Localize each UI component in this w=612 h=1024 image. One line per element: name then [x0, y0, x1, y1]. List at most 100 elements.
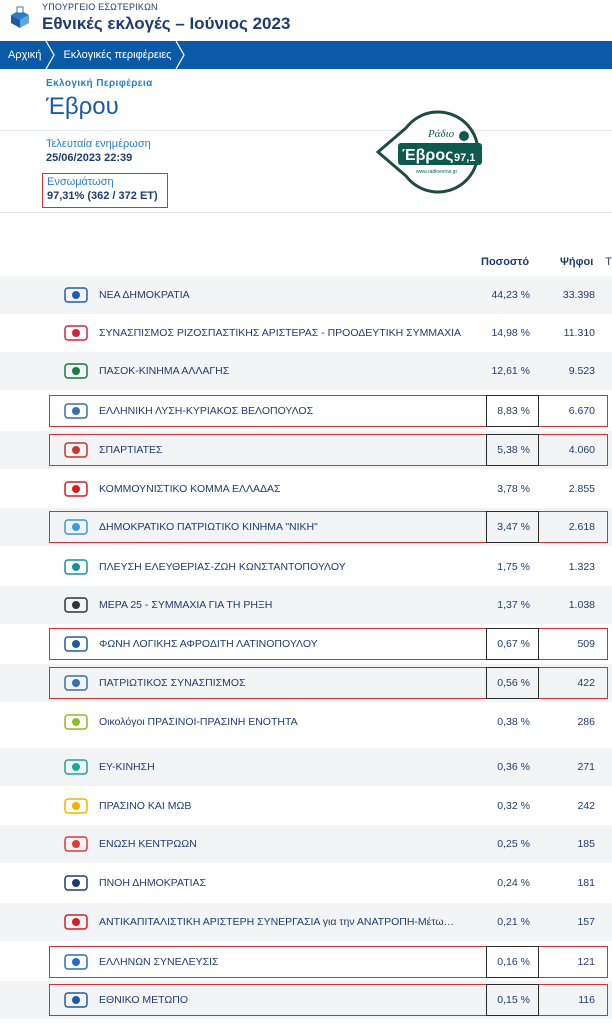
plefsi-logo	[62, 557, 90, 577]
party-percent: 0,32 %	[497, 800, 530, 812]
party-votes: 1.323	[568, 561, 595, 573]
party-name: ΣΠΑΡΤΙΑΤΕΣ	[99, 444, 163, 456]
nd-logo	[62, 285, 90, 305]
party-votes: 509	[577, 638, 595, 650]
spartiates-logo	[62, 440, 90, 460]
party-votes: 271	[577, 761, 595, 773]
table-row[interactable]: ΠΡΑΣΙΝΟ ΚΑΙ ΜΩΒ 0,32 % 242	[0, 787, 612, 825]
integration-box: Ενσωμάτωση 97,31% (362 / 372 ΕΤ)	[42, 173, 168, 208]
party-name: ΚΟΜΜΟΥΝΙΣΤΙΚΟ ΚΟΜΜΑ ΕΛΛΑΔΑΣ	[99, 483, 281, 495]
party-percent: 0,24 %	[497, 877, 530, 889]
party-name: ΦΩΝΗ ΛΟΓΙΚΗΣ ΑΦΡΟΔΙΤΗ ΛΑΤΙΝΟΠΟΥΛΟΥ	[99, 638, 318, 650]
radio-evros-small-text: Ράδιο	[427, 128, 455, 140]
party-votes: 2.618	[568, 521, 595, 533]
party-votes: 286	[577, 716, 595, 728]
pnoi-logo	[62, 873, 90, 893]
party-votes: 116	[578, 994, 595, 1006]
breadcrumb-home[interactable]: Αρχική	[0, 41, 56, 69]
party-percent: 0,21 %	[497, 916, 530, 928]
prasino-mov-logo	[62, 796, 90, 816]
region-name: Έβρου	[46, 93, 119, 120]
party-percent: 12,61 %	[491, 365, 530, 377]
party-name: ΠΛΕΥΣΗ ΕΛΕΥΘΕΡΙΑΣ-ΖΩΗ ΚΩΝΣΤΑΝΤΟΠΟΥΛΟΥ	[99, 561, 346, 573]
table-row[interactable]: ΣΥΝΑΣΠΙΣΜΟΣ ΡΙΖΟΣΠΑΣΤΙΚΗΣ ΑΡΙΣΤΕΡΑΣ - ΠΡ…	[0, 314, 612, 352]
oikologoi-logo	[62, 712, 90, 732]
party-percent: 0,67 %	[497, 638, 530, 650]
table-row[interactable]: ΣΠΑΡΤΙΑΤΕΣ 5,38 % 4.060	[0, 431, 612, 469]
divider	[0, 212, 612, 213]
chevron-right-icon	[175, 41, 186, 69]
party-percent: 0,38 %	[497, 716, 530, 728]
party-percent: 0,15 %	[497, 994, 530, 1006]
last-update-value: 25/06/2023 22:39	[46, 152, 133, 164]
party-votes: 121	[577, 956, 595, 968]
table-row[interactable]: ΕΛΛΗΝΙΚΗ ΛΥΣΗ-ΚΥΡΙΑΚΟΣ ΒΕΛΟΠΟΥΛΟΣ 8,83 % 6…	[0, 392, 612, 430]
table-row[interactable]: ΕΝΩΣΗ ΚΕΝΤΡΩΩΝ 0,25 % 185	[0, 825, 612, 863]
radio-evros-logo: Ράδιο Έβρος 97,1 www.radioevros.gr	[375, 110, 482, 194]
column-header-votes[interactable]: Ψήφοι	[560, 256, 593, 268]
breadcrumb-regions[interactable]: Εκλογικές περιφέρειες	[55, 41, 186, 69]
table-row[interactable]: ΠΑΤΡΙΩΤΙΚΟΣ ΣΥΝΑΣΠΙΣΜΟΣ 0,56 % 422	[0, 664, 612, 702]
ev-kinisi-logo	[62, 757, 90, 777]
chevron-right-icon	[45, 41, 56, 69]
last-update-label: Τελευταία ενημέρωση	[46, 138, 151, 150]
table-row[interactable]: ΦΩΝΗ ΛΟΓΙΚΗΣ ΑΦΡΟΔΙΤΗ ΛΑΤΙΝΟΠΟΥΛΟΥ 0,67 %…	[0, 625, 612, 663]
party-name: ΑΝΤΙΚΑΠΙΤΑΛΙΣΤΙΚΗ ΑΡΙΣΤΕΡΗ ΣΥΝΕΡΓΑΣΙΑ γι…	[99, 916, 455, 928]
ethniko-metopo-logo	[62, 990, 90, 1010]
party-votes: 1.038	[568, 599, 595, 611]
party-votes: 4.060	[568, 444, 595, 456]
antarsya-logo	[62, 912, 90, 932]
party-name: ΕΝΩΣΗ ΚΕΝΤΡΩΩΝ	[99, 838, 197, 850]
foni-logikis-logo	[62, 634, 90, 654]
table-row[interactable]: ΠΝΟΗ ΔΗΜΟΚΡΑΤΙΑΣ 0,24 % 181	[0, 864, 612, 902]
mera25-logo	[62, 595, 90, 615]
party-name: Οικολόγοι ΠΡΑΣΙΝΟΙ-ΠΡΑΣΙΝΗ ΕΝΟΤΗΤΑ	[99, 716, 298, 728]
party-name: ΠΑΣΟΚ-ΚΙΝΗΜΑ ΑΛΛΑΓΗΣ	[99, 365, 230, 377]
last-update: Τελευταία ενημέρωση 25/06/2023 22:39	[46, 138, 151, 164]
table-row[interactable]: ΚΟΜΜΟΥΝΙΣΤΙΚΟ ΚΟΜΜΑ ΕΛΛΑΔΑΣ 3,78 % 2.855	[0, 470, 612, 508]
integration-value: 97,31% (362 / 372 ΕΤ)	[47, 190, 158, 202]
party-votes: 6.670	[568, 405, 595, 417]
party-votes: 185	[577, 838, 595, 850]
table-row[interactable]: ΑΝΤΙΚΑΠΙΤΑΛΙΣΤΙΚΗ ΑΡΙΣΤΕΡΗ ΣΥΝΕΡΓΑΣΙΑ γι…	[0, 903, 612, 941]
party-percent: 0,36 %	[497, 761, 530, 773]
radio-evros-brand-text: Έβρος	[402, 147, 453, 164]
radio-evros-url-text: www.radioevros.gr	[416, 169, 457, 175]
ministry-name: ΥΠΟΥΡΓΕΙΟ ΕΣΩΤΕΡΙΚΩΝ	[42, 2, 158, 12]
niki-logo	[62, 517, 90, 537]
patriotikos-logo	[62, 673, 90, 693]
party-percent: 8,83 %	[497, 405, 530, 417]
column-header-cut: Τ	[605, 256, 612, 268]
party-percent: 5,38 %	[497, 444, 530, 456]
party-votes: 11.310	[563, 327, 595, 339]
table-row[interactable]: ΠΑΣΟΚ-ΚΙΝΗΜΑ ΑΛΛΑΓΗΣ 12,61 % 9.523	[0, 352, 612, 390]
party-name: ΕΛΛΗΝΩΝ ΣΥΝΕΛΕΥΣΙΣ	[99, 956, 219, 968]
table-row[interactable]: ΕΛΛΗΝΩΝ ΣΥΝΕΛΕΥΣΙΣ 0,16 % 121	[0, 943, 612, 981]
table-row[interactable]: ΝΕΑ ΔΗΜΟΚΡΑΤΙΑ 44,23 % 33.398	[0, 276, 612, 314]
party-name: ΣΥΝΑΣΠΙΣΜΟΣ ΡΙΖΟΣΠΑΣΤΙΚΗΣ ΑΡΙΣΤΕΡΑΣ - ΠΡ…	[99, 327, 462, 339]
table-row[interactable]: ΜΕΡΑ 25 - ΣΥΜΜΑΧΙΑ ΓΙΑ ΤΗ ΡΗΞΗ 1,37 % 1.03…	[0, 586, 612, 624]
party-name: ΝΕΑ ΔΗΜΟΚΡΑΤΙΑ	[99, 289, 190, 301]
party-name: ΠΑΤΡΙΩΤΙΚΟΣ ΣΥΝΑΣΠΙΣΜΟΣ	[99, 677, 246, 689]
party-name: ΔΗΜΟΚΡΑΤΙΚΟ ΠΑΤΡΙΩΤΙΚΟ ΚΙΝΗΜΑ "ΝΙΚΗ"	[99, 521, 318, 533]
party-percent: 0,16 %	[497, 956, 530, 968]
party-percent: 1,37 %	[497, 599, 530, 611]
table-row[interactable]: ΠΛΕΥΣΗ ΕΛΕΥΘΕΡΙΑΣ-ΖΩΗ ΚΩΝΣΤΑΝΤΟΠΟΥΛΟΥ 1,7…	[0, 548, 612, 586]
elliniki-lysi-logo	[62, 401, 90, 421]
table-row[interactable]: ΕΘΝΙΚΟ ΜΕΤΩΠΟ 0,15 % 116	[0, 981, 612, 1019]
party-percent: 0,56 %	[497, 677, 530, 689]
party-percent: 14,98 %	[491, 327, 530, 339]
party-name: ΜΕΡΑ 25 - ΣΥΜΜΑΧΙΑ ΓΙΑ ΤΗ ΡΗΞΗ	[99, 599, 273, 611]
pasok-logo	[62, 361, 90, 381]
party-name: ΠΡΑΣΙΝΟ ΚΑΙ ΜΩΒ	[99, 800, 192, 812]
table-row[interactable]: ΔΗΜΟΚΡΑΤΙΚΟ ΠΑΤΡΙΩΤΙΚΟ ΚΙΝΗΜΑ "ΝΙΚΗ" 3,47…	[0, 508, 612, 546]
party-name: ΕΘΝΙΚΟ ΜΕΤΩΠΟ	[99, 994, 189, 1006]
party-name: ΠΝΟΗ ΔΗΜΟΚΡΑΤΙΑΣ	[99, 877, 207, 889]
table-row[interactable]: Οικολόγοι ΠΡΑΣΙΝΟΙ-ΠΡΑΣΙΝΗ ΕΝΟΤΗΤΑ 0,38 %…	[0, 703, 612, 741]
region-label: Εκλογική Περιφέρεια	[46, 78, 153, 89]
kke-logo	[62, 479, 90, 499]
radio-evros-freq-text: 97,1	[454, 152, 475, 164]
integration-label: Ενσωμάτωση	[47, 176, 114, 188]
table-row[interactable]: ΕΥ-ΚΙΝΗΣΗ 0,36 % 271	[0, 748, 612, 786]
column-header-percent[interactable]: Ποσοστό	[481, 256, 529, 268]
